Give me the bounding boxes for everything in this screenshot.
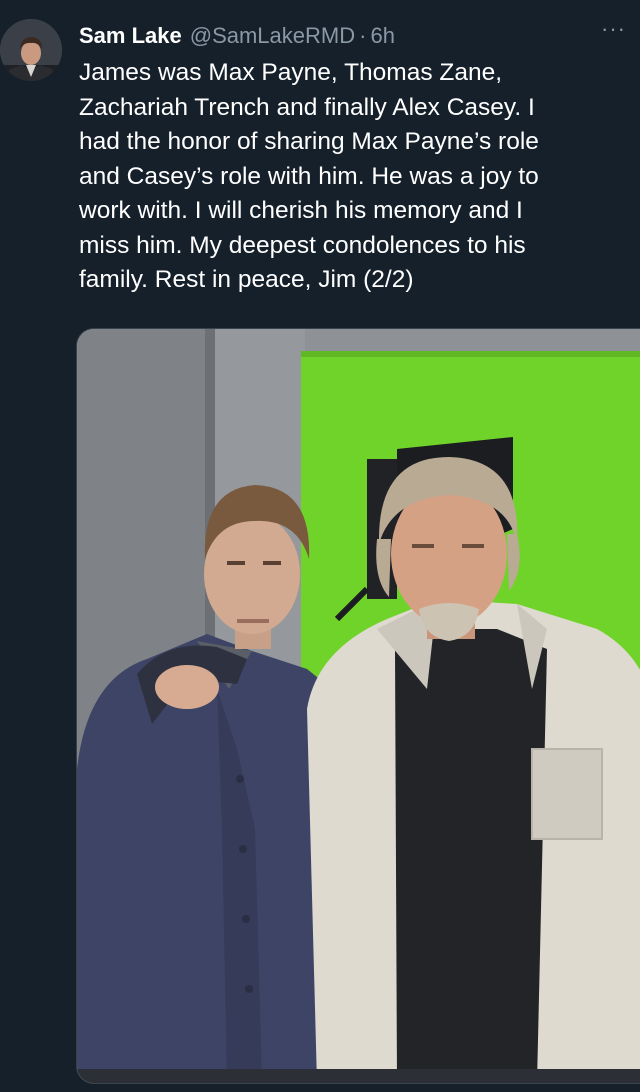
tweet-text-line: James was Max Payne, Thomas Zane, xyxy=(79,59,503,86)
tweet-text-line: work with. I will cherish his memory and… xyxy=(79,197,523,224)
avatar-image xyxy=(0,19,62,81)
tweet-timestamp[interactable]: 6h xyxy=(370,23,394,49)
tweet-text: James was Max Payne, Thomas Zane, Zachar… xyxy=(79,56,635,298)
tweet-photo[interactable] xyxy=(76,328,640,1084)
avatar[interactable] xyxy=(0,19,62,81)
more-options-icon[interactable]: ··· xyxy=(601,16,626,42)
photo-two-men-green-screen xyxy=(77,329,640,1083)
tweet-header: Sam Lake @SamLakeRMD · 6h xyxy=(79,18,640,54)
tweet-text-line: miss him. My deepest condolences to his xyxy=(79,231,526,259)
header-separator: · xyxy=(359,23,367,48)
author-handle[interactable]: @SamLakeRMD xyxy=(190,23,355,49)
tweet-text-line: family. Rest in peace, Jim (2/2) xyxy=(79,266,414,293)
tweet-text-line: and Casey’s role with him. He was a joy … xyxy=(79,162,539,190)
author-name[interactable]: Sam Lake xyxy=(79,23,182,49)
tweet-text-line: Zachariah Trench and finally Alex Casey.… xyxy=(79,93,535,121)
tweet-text-line: had the honor of sharing Max Payne’s rol… xyxy=(79,128,539,155)
